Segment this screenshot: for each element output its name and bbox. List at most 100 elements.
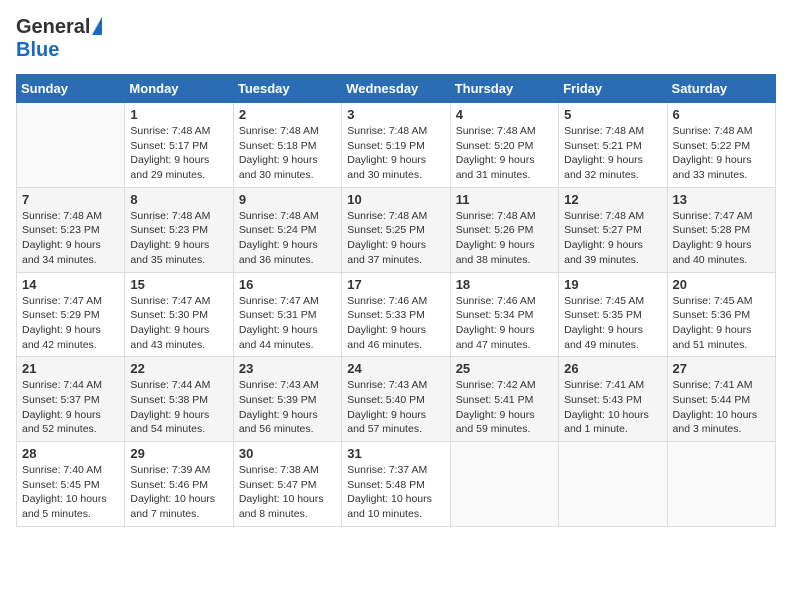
sunset-text: Sunset: 5:31 PM <box>239 309 317 321</box>
sunset-text: Sunset: 5:39 PM <box>239 394 317 406</box>
calendar-week-row: 14 Sunrise: 7:47 AM Sunset: 5:29 PM Dayl… <box>17 272 776 357</box>
calendar-week-row: 28 Sunrise: 7:40 AM Sunset: 5:45 PM Dayl… <box>17 442 776 527</box>
calendar-cell: 27 Sunrise: 7:41 AM Sunset: 5:44 PM Dayl… <box>667 357 775 442</box>
calendar-header-row: SundayMondayTuesdayWednesdayThursdayFrid… <box>17 75 776 103</box>
sunset-text: Sunset: 5:44 PM <box>673 394 751 406</box>
sunrise-text: Sunrise: 7:48 AM <box>239 125 319 137</box>
logo-blue-text: Blue <box>16 39 59 62</box>
sunset-text: Sunset: 5:24 PM <box>239 224 317 236</box>
sunrise-text: Sunrise: 7:48 AM <box>239 210 319 222</box>
calendar-cell: 16 Sunrise: 7:47 AM Sunset: 5:31 PM Dayl… <box>233 272 341 357</box>
day-number: 9 <box>239 192 336 207</box>
day-info: Sunrise: 7:48 AM Sunset: 5:27 PM Dayligh… <box>564 209 661 268</box>
daylight-text: Daylight: 10 hours and 3 minutes. <box>673 409 758 436</box>
day-info: Sunrise: 7:47 AM Sunset: 5:31 PM Dayligh… <box>239 294 336 353</box>
calendar-cell <box>450 442 558 527</box>
logo-general-text: General <box>16 16 90 39</box>
day-number: 20 <box>673 277 770 292</box>
logo: General Blue <box>16 16 102 62</box>
daylight-text: Daylight: 9 hours and 57 minutes. <box>347 409 426 436</box>
day-number: 4 <box>456 107 553 122</box>
sunset-text: Sunset: 5:37 PM <box>22 394 100 406</box>
calendar-cell: 3 Sunrise: 7:48 AM Sunset: 5:19 PM Dayli… <box>342 103 450 188</box>
sunset-text: Sunset: 5:20 PM <box>456 140 534 152</box>
sunset-text: Sunset: 5:25 PM <box>347 224 425 236</box>
daylight-text: Daylight: 10 hours and 8 minutes. <box>239 493 324 520</box>
day-info: Sunrise: 7:48 AM Sunset: 5:19 PM Dayligh… <box>347 124 444 183</box>
day-number: 11 <box>456 192 553 207</box>
day-number: 17 <box>347 277 444 292</box>
sunrise-text: Sunrise: 7:46 AM <box>347 295 427 307</box>
day-info: Sunrise: 7:41 AM Sunset: 5:44 PM Dayligh… <box>673 378 770 437</box>
day-info: Sunrise: 7:46 AM Sunset: 5:34 PM Dayligh… <box>456 294 553 353</box>
sunrise-text: Sunrise: 7:38 AM <box>239 464 319 476</box>
sunset-text: Sunset: 5:48 PM <box>347 479 425 491</box>
sunset-text: Sunset: 5:21 PM <box>564 140 642 152</box>
sunset-text: Sunset: 5:47 PM <box>239 479 317 491</box>
calendar-cell: 15 Sunrise: 7:47 AM Sunset: 5:30 PM Dayl… <box>125 272 233 357</box>
sunrise-text: Sunrise: 7:43 AM <box>347 379 427 391</box>
day-info: Sunrise: 7:48 AM Sunset: 5:22 PM Dayligh… <box>673 124 770 183</box>
day-number: 31 <box>347 446 444 461</box>
weekday-header-thursday: Thursday <box>450 75 558 103</box>
calendar-cell: 25 Sunrise: 7:42 AM Sunset: 5:41 PM Dayl… <box>450 357 558 442</box>
day-number: 29 <box>130 446 227 461</box>
calendar-cell: 1 Sunrise: 7:48 AM Sunset: 5:17 PM Dayli… <box>125 103 233 188</box>
sunset-text: Sunset: 5:28 PM <box>673 224 751 236</box>
sunrise-text: Sunrise: 7:48 AM <box>347 125 427 137</box>
weekday-header-wednesday: Wednesday <box>342 75 450 103</box>
sunrise-text: Sunrise: 7:43 AM <box>239 379 319 391</box>
calendar-cell: 10 Sunrise: 7:48 AM Sunset: 5:25 PM Dayl… <box>342 187 450 272</box>
weekday-header-sunday: Sunday <box>17 75 125 103</box>
day-info: Sunrise: 7:46 AM Sunset: 5:33 PM Dayligh… <box>347 294 444 353</box>
day-info: Sunrise: 7:44 AM Sunset: 5:38 PM Dayligh… <box>130 378 227 437</box>
day-number: 30 <box>239 446 336 461</box>
day-info: Sunrise: 7:48 AM Sunset: 5:24 PM Dayligh… <box>239 209 336 268</box>
sunset-text: Sunset: 5:26 PM <box>456 224 534 236</box>
sunrise-text: Sunrise: 7:47 AM <box>673 210 753 222</box>
daylight-text: Daylight: 10 hours and 7 minutes. <box>130 493 215 520</box>
sunset-text: Sunset: 5:35 PM <box>564 309 642 321</box>
day-number: 22 <box>130 361 227 376</box>
day-number: 14 <box>22 277 119 292</box>
calendar-cell: 12 Sunrise: 7:48 AM Sunset: 5:27 PM Dayl… <box>559 187 667 272</box>
sunrise-text: Sunrise: 7:44 AM <box>22 379 102 391</box>
calendar-cell: 14 Sunrise: 7:47 AM Sunset: 5:29 PM Dayl… <box>17 272 125 357</box>
sunset-text: Sunset: 5:40 PM <box>347 394 425 406</box>
weekday-header-friday: Friday <box>559 75 667 103</box>
daylight-text: Daylight: 9 hours and 39 minutes. <box>564 239 643 266</box>
calendar-cell: 30 Sunrise: 7:38 AM Sunset: 5:47 PM Dayl… <box>233 442 341 527</box>
calendar-cell: 21 Sunrise: 7:44 AM Sunset: 5:37 PM Dayl… <box>17 357 125 442</box>
sunrise-text: Sunrise: 7:48 AM <box>22 210 102 222</box>
calendar-cell: 26 Sunrise: 7:41 AM Sunset: 5:43 PM Dayl… <box>559 357 667 442</box>
sunrise-text: Sunrise: 7:47 AM <box>239 295 319 307</box>
sunset-text: Sunset: 5:36 PM <box>673 309 751 321</box>
sunrise-text: Sunrise: 7:48 AM <box>673 125 753 137</box>
calendar-cell: 11 Sunrise: 7:48 AM Sunset: 5:26 PM Dayl… <box>450 187 558 272</box>
day-number: 8 <box>130 192 227 207</box>
sunrise-text: Sunrise: 7:41 AM <box>673 379 753 391</box>
day-info: Sunrise: 7:47 AM Sunset: 5:28 PM Dayligh… <box>673 209 770 268</box>
day-number: 1 <box>130 107 227 122</box>
sunset-text: Sunset: 5:45 PM <box>22 479 100 491</box>
day-info: Sunrise: 7:45 AM Sunset: 5:36 PM Dayligh… <box>673 294 770 353</box>
day-info: Sunrise: 7:38 AM Sunset: 5:47 PM Dayligh… <box>239 463 336 522</box>
daylight-text: Daylight: 9 hours and 59 minutes. <box>456 409 535 436</box>
day-info: Sunrise: 7:40 AM Sunset: 5:45 PM Dayligh… <box>22 463 119 522</box>
day-info: Sunrise: 7:45 AM Sunset: 5:35 PM Dayligh… <box>564 294 661 353</box>
sunset-text: Sunset: 5:46 PM <box>130 479 208 491</box>
daylight-text: Daylight: 9 hours and 34 minutes. <box>22 239 101 266</box>
daylight-text: Daylight: 9 hours and 52 minutes. <box>22 409 101 436</box>
day-number: 23 <box>239 361 336 376</box>
sunrise-text: Sunrise: 7:48 AM <box>564 210 644 222</box>
logo-triangle-icon <box>92 17 102 35</box>
day-number: 25 <box>456 361 553 376</box>
day-number: 13 <box>673 192 770 207</box>
daylight-text: Daylight: 9 hours and 47 minutes. <box>456 324 535 351</box>
weekday-header-monday: Monday <box>125 75 233 103</box>
sunset-text: Sunset: 5:30 PM <box>130 309 208 321</box>
calendar-cell: 7 Sunrise: 7:48 AM Sunset: 5:23 PM Dayli… <box>17 187 125 272</box>
daylight-text: Daylight: 9 hours and 30 minutes. <box>239 154 318 181</box>
day-number: 16 <box>239 277 336 292</box>
day-info: Sunrise: 7:48 AM Sunset: 5:17 PM Dayligh… <box>130 124 227 183</box>
